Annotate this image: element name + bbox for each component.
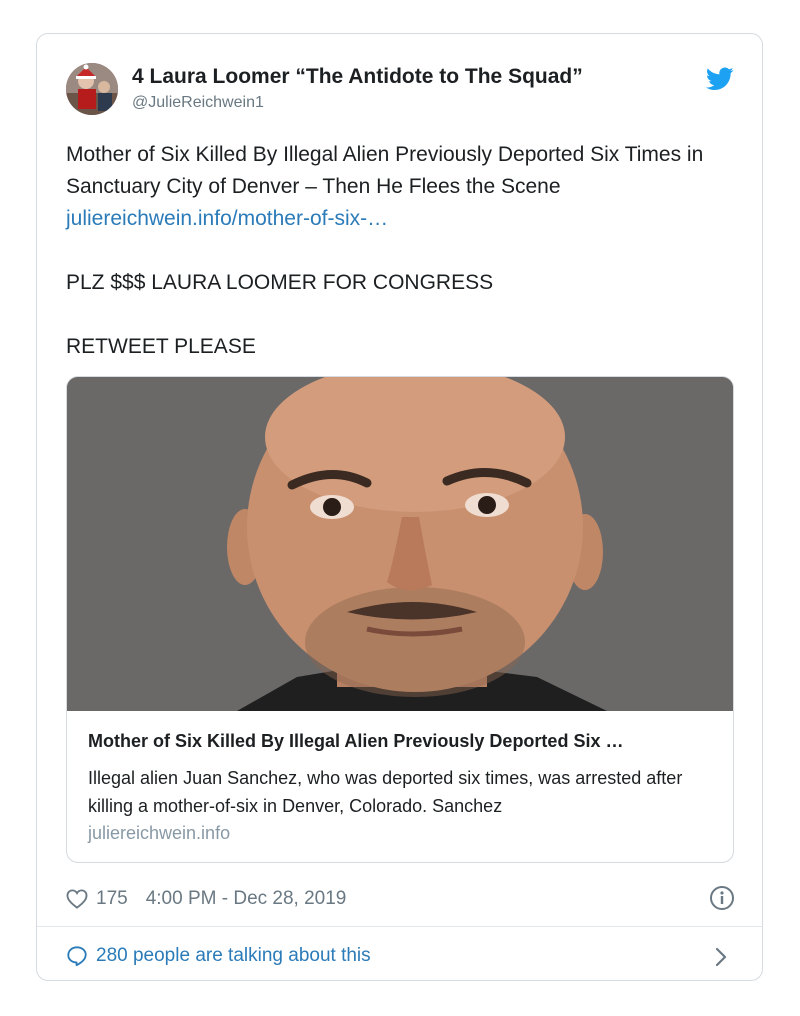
- twitter-bird-icon[interactable]: [706, 67, 734, 91]
- tweet-text-donate: PLZ $$$ LAURA LOOMER FOR CONGRESS: [66, 271, 494, 294]
- speech-bubble-icon: [67, 946, 87, 967]
- tweet-text-headline: Mother of Six Killed By Illegal Alien Pr…: [66, 143, 704, 198]
- tweet-meta: 175 4:00 PM - Dec 28, 2019: [66, 885, 346, 913]
- link-preview-description: Illegal alien Juan Sanchez, who was depo…: [88, 768, 683, 816]
- chevron-right-icon[interactable]: [714, 946, 728, 968]
- footer-divider: [37, 926, 762, 927]
- link-preview-card[interactable]: Mother of Six Killed By Illegal Alien Pr…: [66, 376, 734, 863]
- author-handle[interactable]: @JulieReichwein1: [132, 94, 264, 112]
- like-count[interactable]: 175: [96, 888, 128, 910]
- tweet-body: Mother of Six Killed By Illegal Alien Pr…: [66, 139, 736, 363]
- author-avatar[interactable]: [66, 63, 118, 115]
- author-name[interactable]: 4 Laura Loomer “The Antidote to The Squa…: [132, 65, 583, 89]
- link-preview-domain: juliereichwein.info: [88, 823, 231, 843]
- conversation-link[interactable]: 280 people are talking about this: [66, 941, 371, 971]
- tweet-card: 4 Laura Loomer “The Antidote to The Squa…: [36, 33, 763, 981]
- tweet-text-retweet: RETWEET PLEASE: [66, 335, 256, 358]
- tweet-timestamp[interactable]: 4:00 PM - Dec 28, 2019: [146, 888, 347, 910]
- heart-icon[interactable]: [66, 889, 88, 909]
- info-icon[interactable]: [709, 885, 735, 911]
- tweet-link[interactable]: juliereichwein.info/mother-of-six-…: [66, 207, 388, 230]
- conversation-label[interactable]: 280 people are talking about this: [96, 945, 371, 967]
- link-preview-image: [67, 377, 733, 711]
- link-preview-title: Mother of Six Killed By Illegal Alien Pr…: [88, 731, 624, 751]
